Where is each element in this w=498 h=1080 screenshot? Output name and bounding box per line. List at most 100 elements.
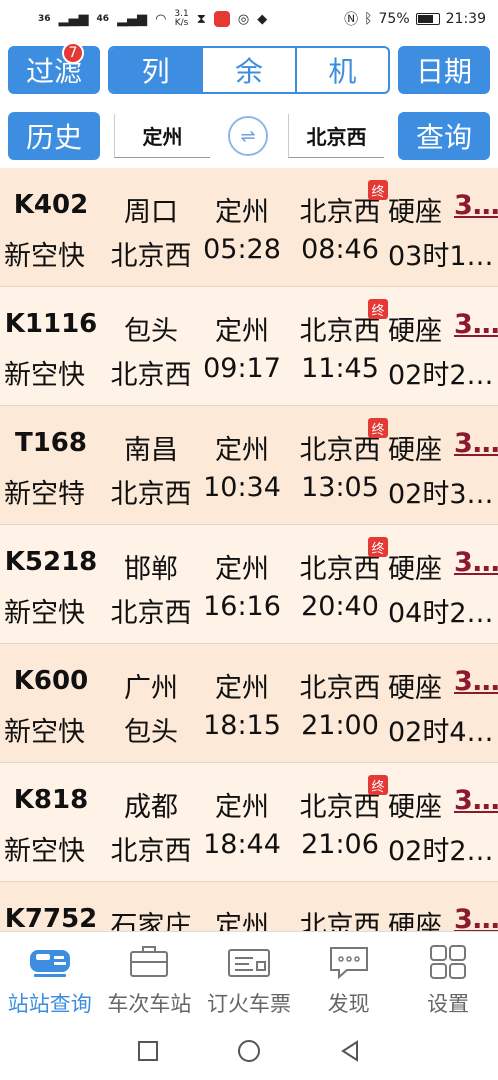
duration: 02时4… — [388, 717, 494, 748]
departure-time: 05:28 — [203, 234, 281, 265]
filter-button[interactable]: 过滤 7 — [8, 42, 100, 94]
battery-percent: 75% — [378, 11, 410, 27]
query-button[interactable]: 查询 — [398, 112, 490, 160]
destination-station: 包头 — [124, 717, 178, 748]
departure-time: 09:17 — [203, 353, 281, 384]
destination-station: 北京西 — [110, 360, 192, 391]
train-row[interactable]: K1116 包头 定州 北京西 硬座 3… 新空快 北京西 09:17 11:45 02时2… 终 — [0, 287, 498, 406]
price-link[interactable]: 3… — [454, 428, 498, 459]
destination-station: 北京西 — [110, 598, 192, 629]
system-nav-bar — [0, 1021, 498, 1080]
query-label: 查询 — [415, 121, 472, 154]
app-notification-icon — [213, 11, 230, 27]
arrival-time: 11:45 — [301, 353, 379, 384]
home-icon[interactable] — [237, 1039, 261, 1063]
departure-time: 18:44 — [203, 829, 281, 860]
arrival-time: 21:00 — [301, 710, 379, 741]
board-station: 定州 — [215, 911, 269, 931]
alight-station: 北京西 — [299, 673, 381, 704]
wechat-icon: ◎ — [237, 11, 250, 27]
train-number: K818 — [13, 785, 89, 815]
train-number: K1116 — [4, 309, 98, 339]
train-row[interactable]: T168 南昌 定州 北京西 硬座 3… 新空特 北京西 10:34 13:05 02时3… 终 — [0, 406, 498, 525]
departure-time: 16:16 — [203, 591, 281, 622]
ticket-icon — [227, 949, 270, 977]
train-type: 新空快 — [4, 360, 85, 391]
train-row[interactable]: K7752 石家庄 定州 北京西 硬座 3… — [0, 882, 498, 931]
price-link[interactable]: 3… — [454, 309, 498, 340]
seat-type: 硬座 — [388, 911, 442, 931]
train-row[interactable]: K600 广州 定州 北京西 硬座 3… 新空快 包头 18:15 21:00 02时4… — [0, 644, 498, 763]
network-speed: 3.1 K/s — [174, 9, 189, 28]
board-station: 定州 — [215, 316, 269, 347]
seg-remaining-tab[interactable]: 余 — [201, 48, 294, 92]
train-number: K600 — [13, 666, 89, 696]
origin-station: 邯郸 — [124, 554, 178, 585]
arrival-time: 13:05 — [301, 472, 379, 503]
seat-type: 硬座 — [388, 792, 442, 823]
train-row[interactable]: K818 成都 定州 北京西 硬座 3… 新空快 北京西 18:44 21:06 02时2… 终 — [0, 763, 498, 882]
tab-station-query[interactable]: 站站查询 — [0, 932, 100, 1021]
price-link[interactable]: 3… — [454, 904, 498, 931]
board-station: 定州 — [215, 197, 269, 228]
signal-2-text: 46 — [96, 14, 110, 24]
history-button[interactable]: 历史 — [8, 112, 100, 160]
battery-icon — [415, 13, 440, 25]
tab-label: 设置 — [427, 992, 470, 1016]
terminal-badge: 终 — [368, 775, 388, 795]
duration: 02时2… — [388, 360, 494, 391]
history-label: 历史 — [25, 121, 82, 154]
arrival-time: 21:06 — [301, 829, 379, 860]
board-station: 定州 — [215, 792, 269, 823]
tab-label: 订火车票 — [206, 992, 291, 1016]
signal-bars-2-icon: ▂▄▆ — [117, 11, 148, 27]
terminal-badge: 终 — [368, 537, 388, 557]
alight-station: 北京西 — [299, 911, 381, 931]
tab-label: 车次车站 — [107, 992, 192, 1016]
bottom-tab-bar: 站站查询 车次车站 订火车票 发现 设置 — [0, 931, 498, 1021]
arrival-time: 20:40 — [301, 591, 379, 622]
board-station: 定州 — [215, 435, 269, 466]
arrival-time: 08:46 — [301, 234, 379, 265]
train-number: K7752 — [4, 904, 98, 931]
origin-station: 南昌 — [124, 435, 178, 466]
tab-train-station[interactable]: 车次车站 — [100, 932, 200, 1021]
tab-label: 站站查询 — [7, 992, 92, 1016]
tab-book-ticket[interactable]: 订火车票 — [199, 932, 299, 1021]
tab-discover[interactable]: 发现 — [299, 932, 399, 1021]
seg-machine-tab[interactable]: 机 — [294, 48, 388, 92]
from-station-input[interactable]: 定州 — [114, 114, 210, 158]
recent-apps-icon[interactable] — [137, 1040, 159, 1062]
board-station: 定州 — [215, 554, 269, 585]
destination-station: 北京西 — [110, 241, 192, 272]
price-link[interactable]: 3… — [454, 190, 498, 221]
to-station-input[interactable]: 北京西 — [288, 114, 384, 158]
back-icon[interactable] — [339, 1039, 361, 1062]
swap-stations-button[interactable]: ⇌ — [228, 116, 268, 156]
hourglass-icon: ⧗ — [196, 11, 206, 27]
grid-icon — [430, 945, 467, 979]
bluetooth-icon: ᛒ — [364, 11, 373, 27]
swap-icon: ⇌ — [240, 125, 256, 147]
price-link[interactable]: 3… — [454, 785, 498, 816]
seg-list-tab[interactable]: 列 — [110, 48, 202, 92]
train-list: K402 周口 定州 北京西 硬座 3… 新空快 北京西 05:28 08:46 03时1… 终 K11… — [0, 168, 498, 931]
date-label: 日期 — [415, 55, 472, 88]
signal-1-text: 36 — [38, 14, 51, 24]
departure-time: 18:15 — [203, 710, 281, 741]
train-row[interactable]: K5218 邯郸 定州 北京西 硬座 3… 新空快 北京西 16:16 20:40 04时2… 终 — [0, 525, 498, 644]
price-link[interactable]: 3… — [454, 547, 498, 578]
train-row[interactable]: K402 周口 定州 北京西 硬座 3… 新空快 北京西 05:28 08:46 03时1… 终 — [0, 168, 498, 287]
tab-settings[interactable]: 设置 — [398, 932, 498, 1021]
duration: 02时3… — [388, 479, 494, 510]
shield-icon: ◆ — [257, 11, 268, 27]
status-bar: 36 ▂▄▆ 46 ▂▄▆ ◠ 3.1 K/s ⧗ ◎ ◆ Ⓝ ᛒ 75% 21… — [0, 0, 498, 38]
train-type: 新空快 — [4, 241, 85, 272]
terminal-badge: 终 — [368, 299, 388, 319]
price-link[interactable]: 3… — [454, 666, 498, 697]
date-button[interactable]: 日期 — [398, 46, 490, 94]
destination-station: 北京西 — [110, 479, 192, 510]
seat-type: 硬座 — [388, 435, 442, 466]
destination-station: 北京西 — [110, 836, 192, 867]
clock: 21:39 — [445, 11, 486, 27]
